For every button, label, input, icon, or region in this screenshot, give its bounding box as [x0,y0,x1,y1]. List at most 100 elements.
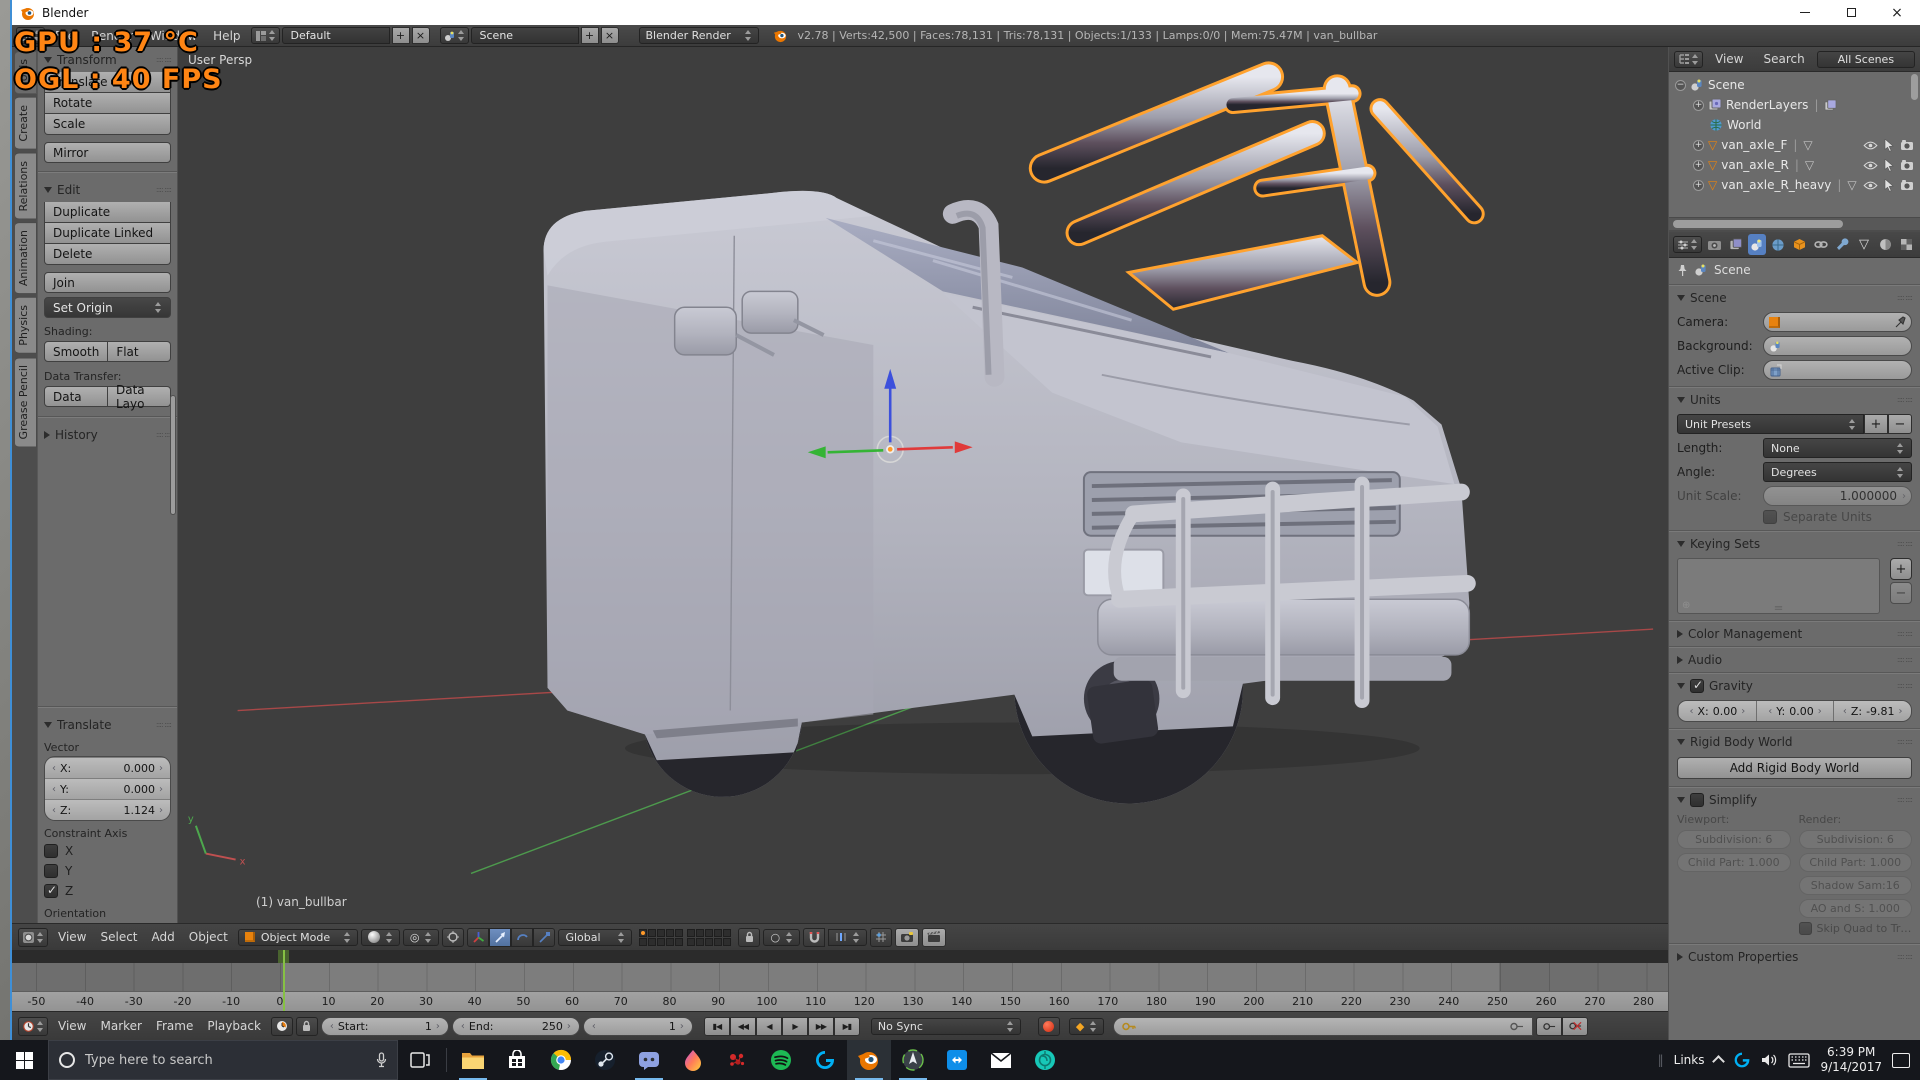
viewport-menu-item[interactable]: View [51,930,93,944]
scene-panel-header[interactable]: Scene [1677,288,1912,308]
tab-world[interactable] [1769,234,1787,255]
gravity-field[interactable]: ‹ Y:0.00 › [1756,701,1834,721]
tab-physics[interactable]: Physics [15,297,37,354]
scene-add-button[interactable]: + [581,27,599,44]
prev-keyframe-button[interactable]: ◀◀ [730,1017,756,1036]
manipulator-translate-button[interactable] [489,928,511,947]
collapse-icon[interactable]: − [1675,80,1686,91]
opengl-render-button[interactable] [895,928,919,947]
visibility-eye-icon[interactable] [1863,181,1878,190]
edit-button[interactable]: Delete [44,244,171,265]
selectability-cursor-icon[interactable] [1884,179,1894,192]
taskbar-app-spotify[interactable] [759,1040,803,1080]
taskbar-app-mail[interactable] [979,1040,1023,1080]
angle-select[interactable]: Degrees [1763,462,1912,482]
outliner-filter-select[interactable]: All Scenes [1817,51,1915,68]
tab-object[interactable] [1791,234,1809,255]
units-panel-header[interactable]: Units [1677,390,1912,410]
tab-render[interactable] [1705,234,1723,255]
add-rigid-body-world-button[interactable]: Add Rigid Body World [1677,757,1912,779]
tab-constraints[interactable] [1812,234,1830,255]
operator-panel-header[interactable]: Translate [44,715,171,735]
unit-preset-add-button[interactable]: + [1864,414,1888,434]
timeline-track-area[interactable] [12,963,1668,991]
manipulator-center-toggle[interactable] [442,928,464,947]
pin-icon[interactable] [1677,264,1688,277]
edit-panel-header[interactable]: Edit [44,180,171,200]
editor-type-properties-button[interactable] [1673,236,1702,253]
data-transfer-layout-button[interactable]: Data Layo [108,386,171,407]
history-panel-header[interactable]: History [44,425,171,445]
play-reverse-button[interactable]: ◀ [756,1017,782,1036]
play-button[interactable]: ▶ [782,1017,808,1036]
simplify-panel-header[interactable]: Simplify [1677,790,1912,810]
snap-magnet-toggle[interactable] [803,928,825,947]
outliner-row-world[interactable]: World [1709,115,1918,135]
snap-grid-icon[interactable] [870,928,892,947]
delete-keyframe-button[interactable] [1562,1017,1588,1036]
timeline-ruler[interactable]: -50-40-30-20-100102030405060708090100110… [12,991,1668,1011]
outliner-menu-item[interactable]: View [1705,52,1753,66]
outliner-row-renderlayers[interactable]: + RenderLayers | [1693,95,1918,115]
taskbar-app-chrome[interactable] [539,1040,583,1080]
insert-keyframe-button[interactable] [1536,1017,1562,1036]
taskbar-app-discord[interactable] [627,1040,671,1080]
renderlayers-label[interactable]: RenderLayers [1726,98,1808,112]
transform-orientation-select[interactable]: Global [558,929,632,946]
tray-overflow-chevron[interactable] [1713,1055,1726,1068]
manipulator-axes-icon[interactable] [467,928,489,947]
background-field[interactable] [1763,336,1912,356]
unit-preset-remove-button[interactable]: − [1888,414,1912,434]
renderability-camera-icon[interactable] [1900,180,1914,191]
unit-presets-select[interactable]: Unit Presets [1677,414,1864,434]
toolshelf-scrollbar[interactable] [170,395,176,515]
layers-widget[interactable] [639,929,731,946]
gravity-panel-header[interactable]: Gravity [1677,676,1912,696]
object-name-label[interactable]: van_axle_R_heavy [1721,178,1831,192]
keying-set-add-button[interactable]: + [1890,558,1912,580]
outliner-row-object[interactable]: + ▽ van_axle_R_heavy | ▽ [1693,175,1918,195]
world-label[interactable]: World [1727,118,1761,132]
edit-button[interactable]: Duplicate [44,202,171,223]
timeline-scrub-strip[interactable] [12,950,1668,963]
expand-icon[interactable]: + [1693,160,1704,171]
taskbar-app-quiver[interactable] [715,1040,759,1080]
proportional-edit-select[interactable]: ○ [763,929,800,946]
microphone-icon[interactable] [376,1052,387,1068]
expand-icon[interactable]: + [1693,180,1704,191]
sync-mode-select[interactable]: No Sync [871,1018,1021,1035]
keying-set-remove-button[interactable]: − [1890,582,1912,604]
close-button[interactable]: × [1874,0,1920,25]
viewport-shading-select[interactable] [361,929,400,946]
active-keying-set-field[interactable] [1113,1017,1533,1036]
selected-bullbar-object[interactable] [1044,77,1474,309]
shade-smooth-button[interactable]: Smooth [44,341,108,362]
task-view-button[interactable] [398,1040,442,1080]
outliner-hscrollbar[interactable] [1669,217,1920,230]
visibility-eye-icon[interactable] [1863,161,1878,170]
taskbar-app-ring[interactable] [1023,1040,1067,1080]
minimize-button[interactable] [1782,0,1828,25]
renderability-camera-icon[interactable] [1900,160,1914,171]
selectability-cursor-icon[interactable] [1884,139,1894,152]
timeline-menu-item[interactable]: View [51,1019,93,1033]
viewport-menu-item[interactable]: Add [145,930,182,944]
tab-modifiers[interactable] [1833,234,1851,255]
transform-button[interactable]: Translate [44,72,171,93]
pivot-point-select[interactable]: ◎ [403,929,440,946]
viewport-menu-item[interactable]: Select [93,930,144,944]
keying-set-select[interactable]: ◆ [1069,1018,1104,1035]
scene-item-label[interactable]: Scene [1708,78,1745,92]
scene-delete-button[interactable]: × [601,27,619,44]
taskbar-clock[interactable]: 6:39 PM 9/14/2017 [1820,1045,1882,1075]
axis-checkbox[interactable] [44,864,58,878]
axis-checkbox-row[interactable]: Z [44,881,171,901]
transform-panel-header[interactable]: Transform [44,50,171,70]
action-center-icon[interactable] [1892,1053,1910,1068]
data-transfer-data-button[interactable]: Data [44,386,108,407]
audio-panel-header[interactable]: Audio [1677,650,1912,670]
van-model[interactable] [544,191,1470,804]
vector-field[interactable]: ‹Z: 1.124› [45,799,170,820]
expand-icon[interactable]: + [1693,100,1704,111]
expand-icon[interactable]: + [1693,140,1704,151]
